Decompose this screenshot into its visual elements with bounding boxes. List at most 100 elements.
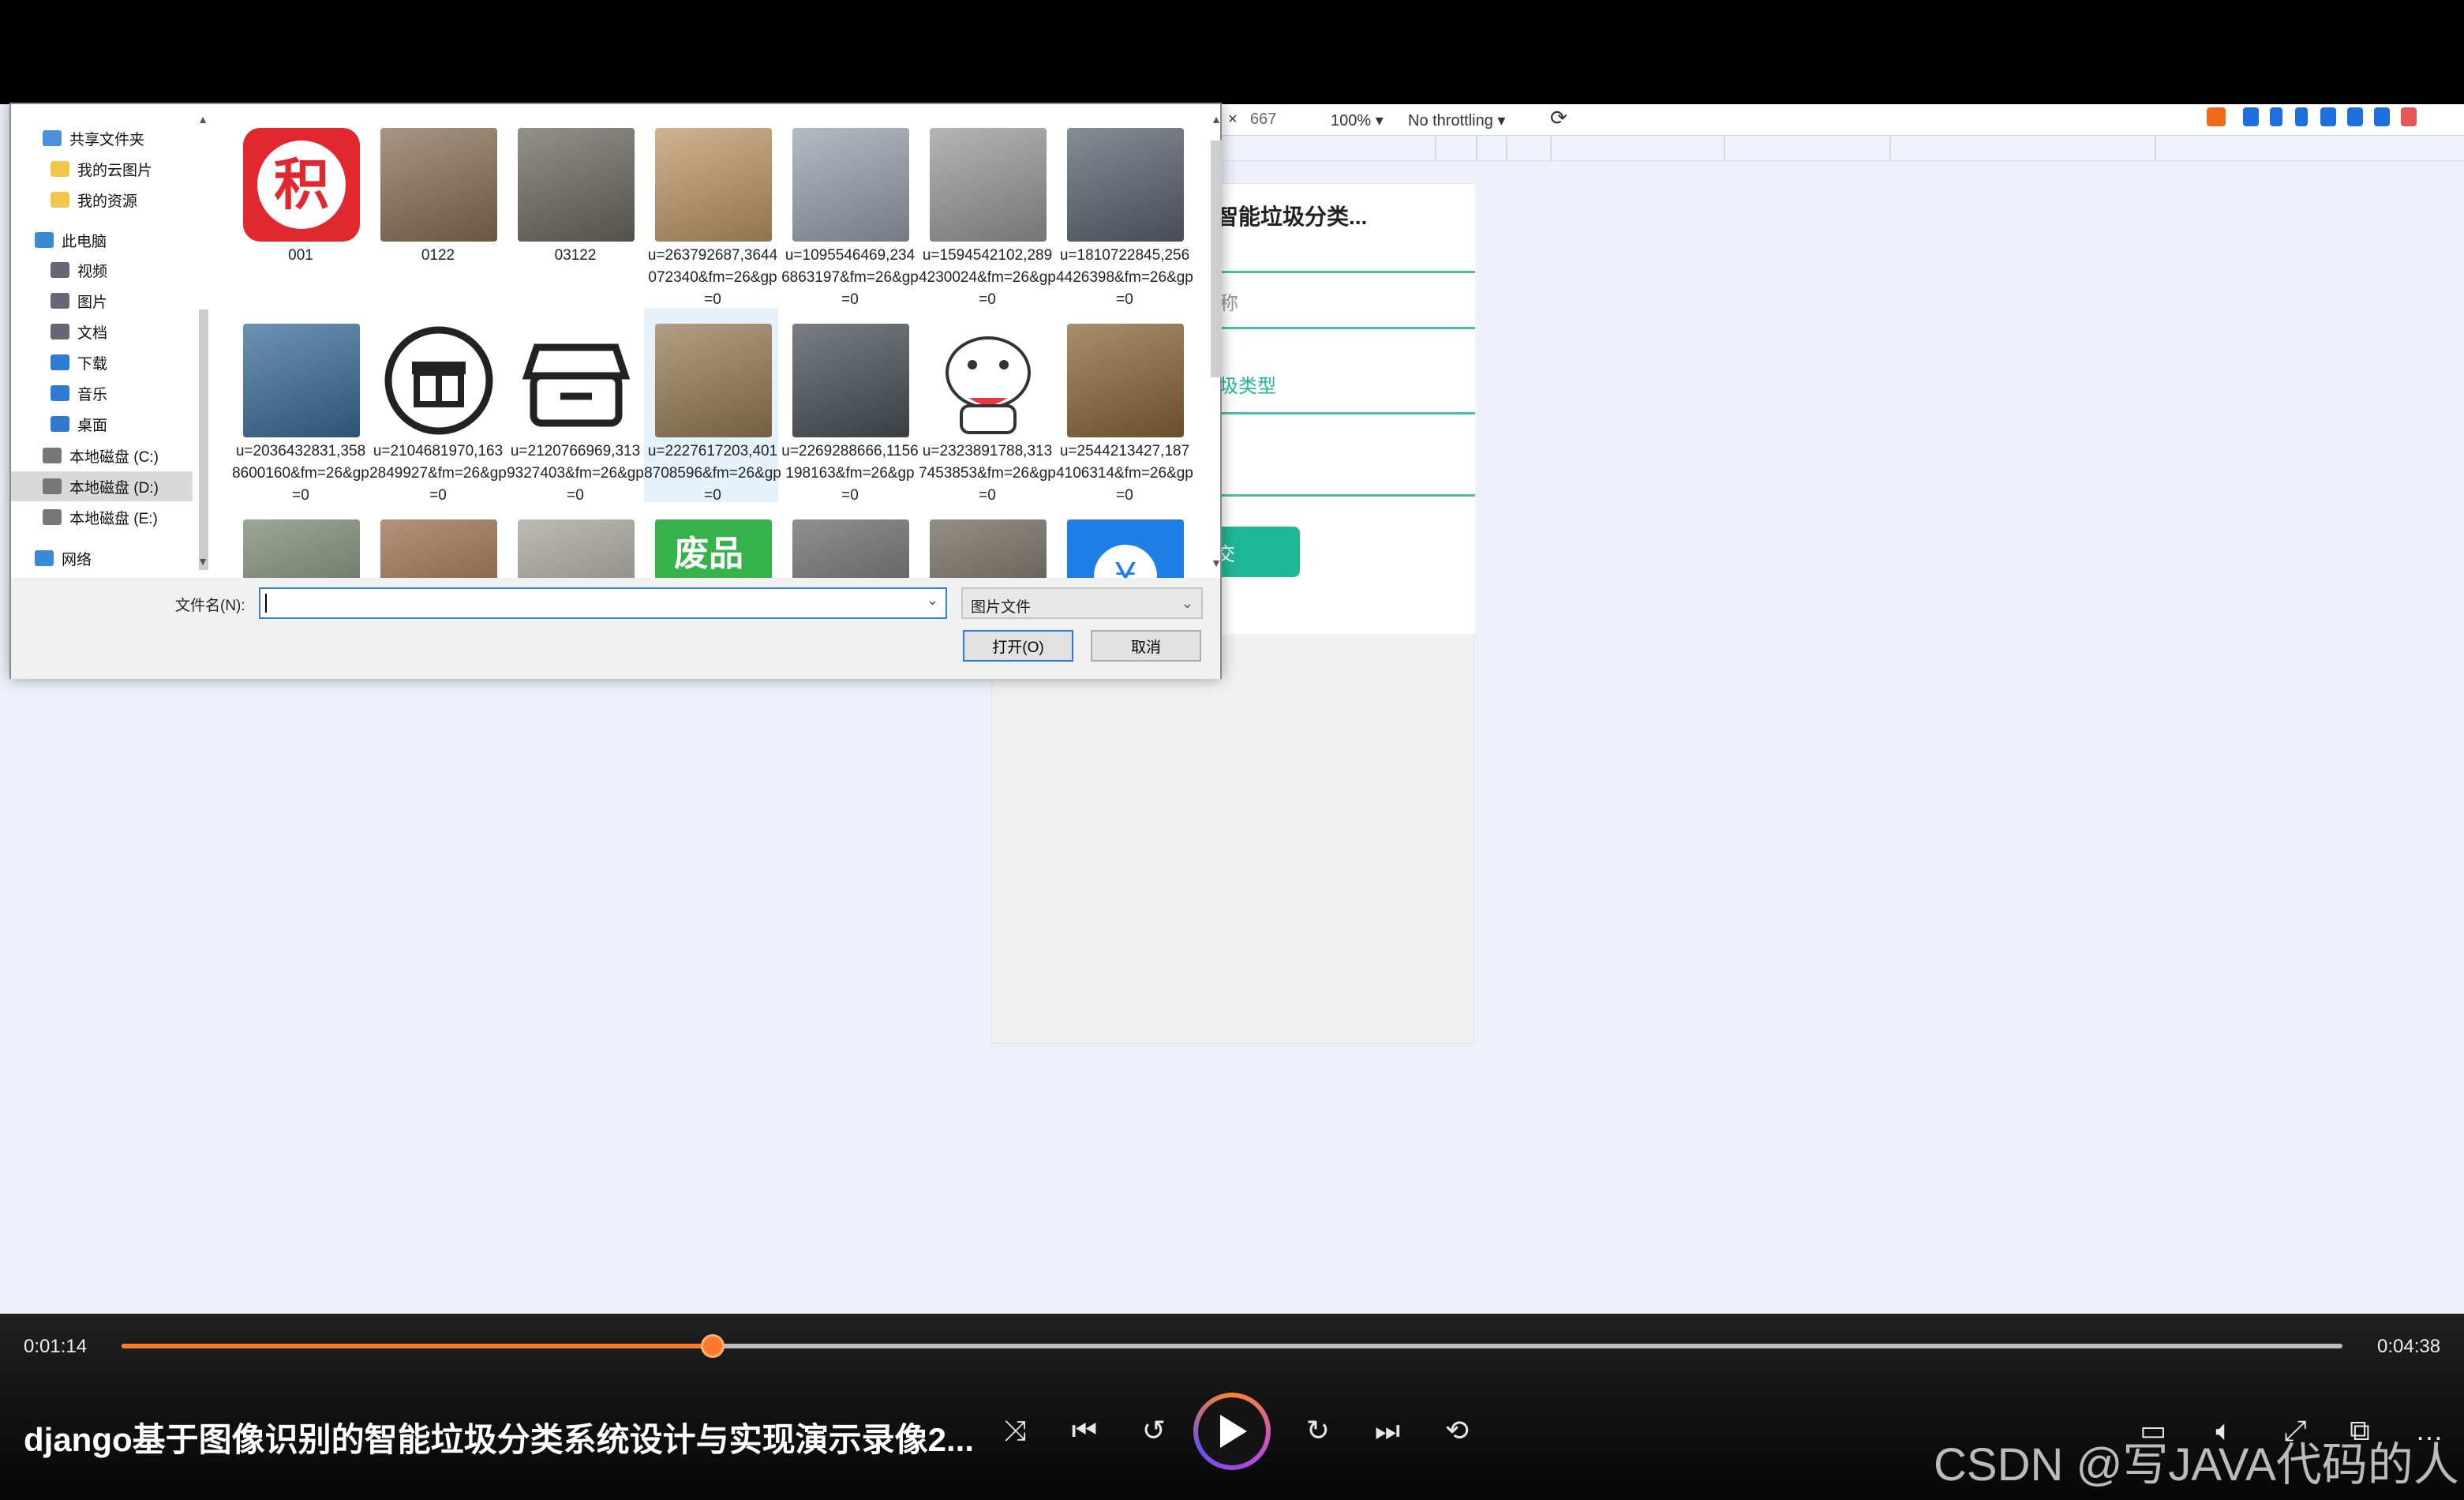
nav-scrollbar[interactable]: ▲ ▼ bbox=[194, 112, 212, 570]
system-tray bbox=[2202, 104, 2464, 136]
file-item[interactable]: u=1095546469,2346863197&fm=26&gp=0 bbox=[781, 112, 919, 308]
file-item[interactable]: u=263792687,3644072340&fm=26&gp=0 bbox=[644, 112, 778, 308]
next-icon[interactable]: ⏭ bbox=[1365, 1408, 1410, 1453]
network-icon bbox=[35, 550, 54, 566]
microphone-icon[interactable] bbox=[2295, 107, 2308, 126]
nav-item[interactable]: 本地磁盘 (E:) bbox=[11, 502, 193, 532]
file-item[interactable] bbox=[919, 504, 1053, 578]
zoom-select[interactable]: 100% ▾ bbox=[1331, 111, 1384, 130]
nav-item-label: 下载 bbox=[77, 355, 108, 373]
nav-item[interactable]: 音乐 bbox=[11, 378, 193, 408]
file-thumbnail bbox=[792, 324, 909, 437]
nav-scroll-thumb[interactable] bbox=[199, 309, 208, 570]
play-button[interactable] bbox=[1193, 1393, 1271, 1470]
nav-item-label: 此电脑 bbox=[62, 233, 107, 250]
file-thumbnail: 积 bbox=[243, 128, 360, 242]
grid-icon[interactable] bbox=[2374, 107, 2390, 126]
file-name: 03122 bbox=[554, 247, 597, 264]
nav-item[interactable]: 共享文件夹 bbox=[11, 123, 193, 153]
progress-knob[interactable] bbox=[700, 1334, 725, 1358]
nav-item[interactable]: 我的云图片 bbox=[11, 154, 193, 184]
filetype-value: 图片文件 bbox=[971, 599, 1032, 616]
file-item[interactable] bbox=[232, 504, 366, 578]
chinese-mode-icon[interactable] bbox=[2243, 107, 2259, 126]
file-item[interactable]: ¥ bbox=[1056, 504, 1190, 578]
scroll-up-icon[interactable]: ▲ bbox=[196, 112, 210, 126]
filename-label: 文件名(N): bbox=[175, 598, 245, 614]
forward-30-icon[interactable]: ↻ bbox=[1296, 1408, 1340, 1453]
file-item[interactable]: u=2120766969,3139327403&fm=26&gp=0 bbox=[507, 308, 644, 504]
nav-item[interactable]: 图片 bbox=[11, 286, 193, 316]
throttling-value: No throttling bbox=[1408, 112, 1493, 129]
input-method-icon[interactable] bbox=[2207, 107, 2226, 126]
file-item[interactable]: u=2323891788,3137453853&fm=26&gp=0 bbox=[919, 308, 1056, 504]
file-item[interactable] bbox=[781, 504, 916, 578]
scroll-down-icon[interactable]: ▼ bbox=[196, 554, 210, 568]
close-x-icon[interactable]: × bbox=[1228, 111, 1238, 129]
nav-item[interactable]: 文档 bbox=[11, 317, 193, 347]
height-value[interactable]: 667 bbox=[1250, 111, 1276, 129]
file-item[interactable]: u=2544213427,1874106314&fm=26&gp=0 bbox=[1056, 308, 1193, 504]
file-name: u=1594542102,2894230024&fm=26&gp=0 bbox=[919, 247, 1056, 308]
file-item[interactable]: u=2269288666,1156198163&fm=26&gp=0 bbox=[781, 308, 919, 504]
file-name: u=1810722845,2564426398&fm=26&gp=0 bbox=[1056, 247, 1193, 308]
file-item[interactable]: 废品 bbox=[644, 504, 778, 578]
shirt-icon[interactable] bbox=[2347, 107, 2363, 126]
file-scroll-thumb[interactable] bbox=[1211, 141, 1222, 377]
progress-bar[interactable] bbox=[122, 1334, 2342, 1358]
nav-item[interactable]: 此电脑 bbox=[11, 225, 193, 255]
open-button[interactable]: 打开(O) bbox=[963, 630, 1073, 662]
file-item[interactable]: 03122 bbox=[507, 112, 641, 306]
nav-item[interactable]: 下载 bbox=[11, 347, 193, 377]
nav-item[interactable]: 本地磁盘 (D:) bbox=[11, 471, 193, 501]
file-item[interactable]: u=1810722845,2564426398&fm=26&gp=0 bbox=[1056, 112, 1193, 308]
logo-ji-text: 积 bbox=[274, 152, 329, 217]
file-name: u=2104681970,1632849927&fm=26&gp=0 bbox=[369, 443, 507, 504]
page-title: 智能垃圾分类... bbox=[1216, 204, 1368, 229]
chevron-down-icon[interactable]: ⌄ bbox=[927, 592, 938, 609]
repeat-off-icon[interactable]: ⟲ bbox=[1435, 1408, 1479, 1453]
nav-item[interactable]: 视频 bbox=[11, 255, 193, 285]
nav-item[interactable]: 我的资源 bbox=[11, 185, 193, 215]
rotate-icon[interactable]: ⟳ bbox=[1550, 106, 1567, 130]
nav-item[interactable]: 网络 bbox=[11, 543, 193, 573]
filename-input[interactable] bbox=[259, 587, 947, 619]
file-item[interactable]: 0122 bbox=[369, 112, 504, 306]
open-file-dialog: 共享文件夹 我的云图片 我的资源此电脑视频 图片 文档下载音乐桌面 本地磁盘 (C:) 本地… bbox=[9, 103, 1222, 679]
file-item[interactable] bbox=[507, 504, 641, 578]
file-name: u=2544213427,1874106314&fm=26&gp=0 bbox=[1056, 443, 1193, 504]
folder-icon bbox=[51, 161, 69, 177]
file-thumbnail bbox=[518, 519, 635, 578]
nav-item[interactable]: 桌面 bbox=[11, 409, 193, 439]
nav-item-label: 本地磁盘 (D:) bbox=[69, 479, 159, 497]
keyboard-icon[interactable] bbox=[2320, 107, 2336, 126]
text-caret bbox=[265, 594, 267, 613]
throttling-select[interactable]: No throttling ▾ bbox=[1408, 111, 1505, 130]
nav-item-label: 音乐 bbox=[77, 386, 108, 403]
file-item[interactable]: u=1594542102,2894230024&fm=26&gp=0 bbox=[919, 112, 1056, 308]
desktop-icon bbox=[51, 416, 69, 432]
previous-icon[interactable]: ⏮ bbox=[1062, 1408, 1107, 1453]
drive-icon bbox=[43, 509, 62, 525]
file-item[interactable]: u=2227617203,4018708596&fm=26&gp=0 bbox=[644, 308, 781, 504]
file-item[interactable]: u=2036432831,3588600160&fm=26&gp=0 bbox=[232, 308, 369, 504]
shuffle-icon[interactable]: ⤨ bbox=[993, 1408, 1037, 1453]
file-name: u=2120766969,3139327403&fm=26&gp=0 bbox=[507, 443, 644, 504]
file-item[interactable] bbox=[369, 504, 504, 578]
cancel-button[interactable]: 取消 bbox=[1091, 630, 1201, 662]
scroll-up-icon[interactable]: ▲ bbox=[1209, 112, 1223, 126]
extra-tray-icon[interactable] bbox=[2401, 107, 2417, 126]
file-list: 积 001 0122 03122 u=263792687,3644072340&fm=2… bbox=[216, 104, 1208, 578]
filetype-select[interactable]: 图片文件 ⌄ bbox=[961, 587, 1203, 619]
rewind-10-icon[interactable]: ↺ bbox=[1132, 1408, 1176, 1453]
scroll-down-icon[interactable]: ▼ bbox=[1209, 556, 1223, 570]
file-thumbnail bbox=[380, 519, 497, 578]
file-thumbnail bbox=[930, 519, 1047, 578]
file-scrollbar[interactable]: ▲ ▼ bbox=[1208, 112, 1225, 578]
download-icon bbox=[51, 354, 69, 370]
file-thumbnail bbox=[792, 519, 909, 578]
punctuation-icon[interactable] bbox=[2270, 107, 2282, 126]
nav-item[interactable]: 本地磁盘 (C:) bbox=[11, 441, 193, 471]
file-item[interactable]: 积 001 bbox=[232, 112, 366, 306]
file-item[interactable]: u=2104681970,1632849927&fm=26&gp=0 bbox=[369, 308, 507, 504]
